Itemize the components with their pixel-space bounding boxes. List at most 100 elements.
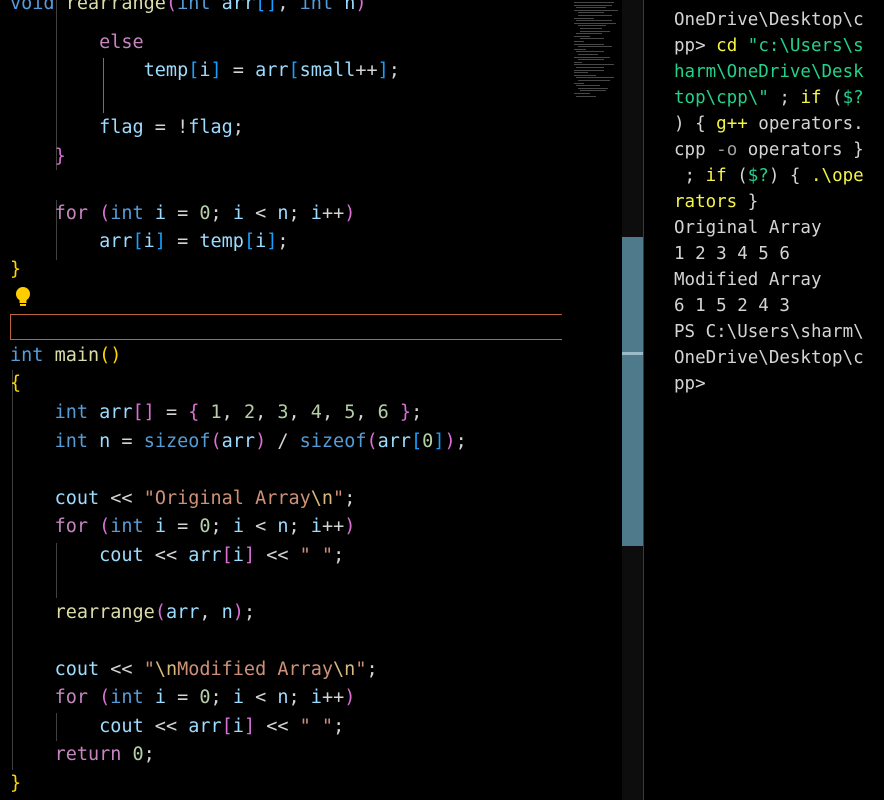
code-line[interactable]: int main() (10, 342, 121, 370)
minimap-line (576, 20, 612, 22)
terminal-token: top\cpp\" (674, 88, 769, 108)
terminal-line: top\cpp\" ; if ($? (674, 85, 864, 111)
minimap-line (578, 59, 604, 61)
code-token: int (299, 0, 334, 14)
minimap[interactable] (562, 0, 622, 800)
code-token: arr (377, 431, 412, 452)
minimap-line (576, 85, 600, 87)
code-token: ) (355, 0, 367, 14)
code-token: arr (165, 602, 200, 623)
code-token: int (177, 0, 211, 14)
terminal-line: ; if ($?) { .\ope (674, 163, 864, 189)
terminal-token: ; (768, 88, 801, 108)
code-token: int (54, 431, 88, 452)
code-token: 1 (210, 402, 222, 423)
minimap-line (576, 51, 604, 53)
code-line[interactable]: cout << "\nModified Array\n"; (10, 656, 378, 684)
code-token: ) (232, 602, 244, 623)
code-token: i (232, 516, 244, 537)
code-editor[interactable]: void rearrange(int arr[], int n) else te… (0, 0, 562, 800)
code-token: = (165, 516, 200, 537)
code-token: << (99, 659, 144, 680)
code-token: = ! (143, 117, 189, 138)
terminal-token: ) { (674, 114, 717, 134)
code-line[interactable]: } (10, 770, 21, 798)
terminal-line: Modified Array (674, 267, 822, 293)
terminal-token: PS C:\Users\sharm\ (674, 322, 864, 342)
code-line[interactable]: for (int i = 0; i < n; i++) (10, 513, 356, 541)
code-token: sizeof (143, 431, 211, 452)
code-token: ++ (321, 687, 345, 708)
code-token: for (54, 516, 88, 537)
code-token: , (277, 0, 300, 14)
code-line[interactable]: } (10, 256, 21, 284)
code-token: ( (165, 0, 178, 14)
terminal-line: cpp -o operators } (674, 137, 864, 163)
code-token: ] (433, 431, 445, 452)
code-token: , (199, 602, 222, 623)
terminal-token: OneDrive\Desktop\c (674, 348, 864, 368)
code-line[interactable]: void rearrange(int arr[], int n) (10, 0, 366, 18)
code-line[interactable]: for (int i = 0; i < n; i++) (10, 200, 356, 228)
code-line[interactable]: cout << arr[i] << " "; (10, 542, 344, 570)
code-line[interactable]: int n = sizeof(arr) / sizeof(arr[0]); (10, 428, 467, 456)
scrollbar-thumb[interactable] (622, 237, 643, 546)
code-token: ( (366, 431, 378, 452)
code-token: = (221, 60, 256, 81)
terminal-token: if (800, 88, 822, 108)
code-line[interactable]: flag = !flag; (10, 114, 244, 142)
terminal-token: OneDrive\Desktop\c (674, 10, 864, 30)
code-line[interactable]: return 0; (10, 741, 155, 769)
code-token: } (10, 773, 22, 794)
minimap-line (576, 77, 614, 79)
code-line[interactable]: cout << "Original Array\n"; (10, 485, 356, 513)
code-token: i (232, 716, 244, 737)
code-token: ; (333, 545, 345, 566)
code-token: rearrange (65, 0, 166, 14)
code-token: int (110, 203, 144, 224)
code-token: [ (188, 60, 200, 81)
code-token: ] (266, 231, 278, 252)
code-token: ; (288, 687, 311, 708)
code-token: ) (344, 203, 356, 224)
code-token: ] (154, 231, 166, 252)
code-token: i (232, 687, 244, 708)
code-token: cout (99, 716, 144, 737)
minimap-line (576, 95, 596, 97)
code-token: arr (99, 402, 133, 423)
code-token: i (232, 203, 244, 224)
terminal-line: OneDrive\Desktop\c (674, 7, 864, 33)
terminal-panel[interactable]: OneDrive\Desktop\c pp> cd "c:\Users\s harm… (645, 0, 884, 800)
code-line[interactable]: } (10, 143, 66, 171)
minimap-line (574, 2, 614, 3)
code-token: \n (154, 659, 178, 680)
code-token: { (188, 402, 200, 423)
code-line[interactable]: { (10, 370, 21, 398)
code-token: main (54, 345, 100, 366)
editor-vertical-scrollbar[interactable] (622, 0, 644, 800)
code-token: ; (277, 231, 289, 252)
terminal-token: rators (674, 192, 738, 212)
minimap-line (578, 15, 612, 16)
code-line[interactable]: else (10, 29, 144, 57)
minimap-line (580, 90, 606, 92)
code-token: ; (210, 516, 233, 537)
code-line[interactable]: for (int i = 0; i < n; i++) (10, 684, 356, 712)
terminal-token: Modified Array (674, 270, 822, 290)
code-line[interactable]: int arr[] = { 1, 2, 3, 4, 5, 6 }; (10, 399, 423, 427)
code-token: [ (288, 60, 300, 81)
code-line[interactable]: cout << arr[i] << " "; (10, 713, 344, 741)
code-line[interactable]: rearrange(arr, n); (10, 599, 256, 627)
code-token: arr (188, 716, 222, 737)
code-token: = (165, 231, 200, 252)
code-token: ) (344, 516, 356, 537)
lightbulb-icon[interactable] (13, 285, 33, 309)
minimap-line (574, 72, 588, 74)
code-line[interactable]: arr[i] = temp[i]; (10, 228, 289, 256)
code-line[interactable]: temp[i] = arr[small++]; (10, 57, 400, 85)
